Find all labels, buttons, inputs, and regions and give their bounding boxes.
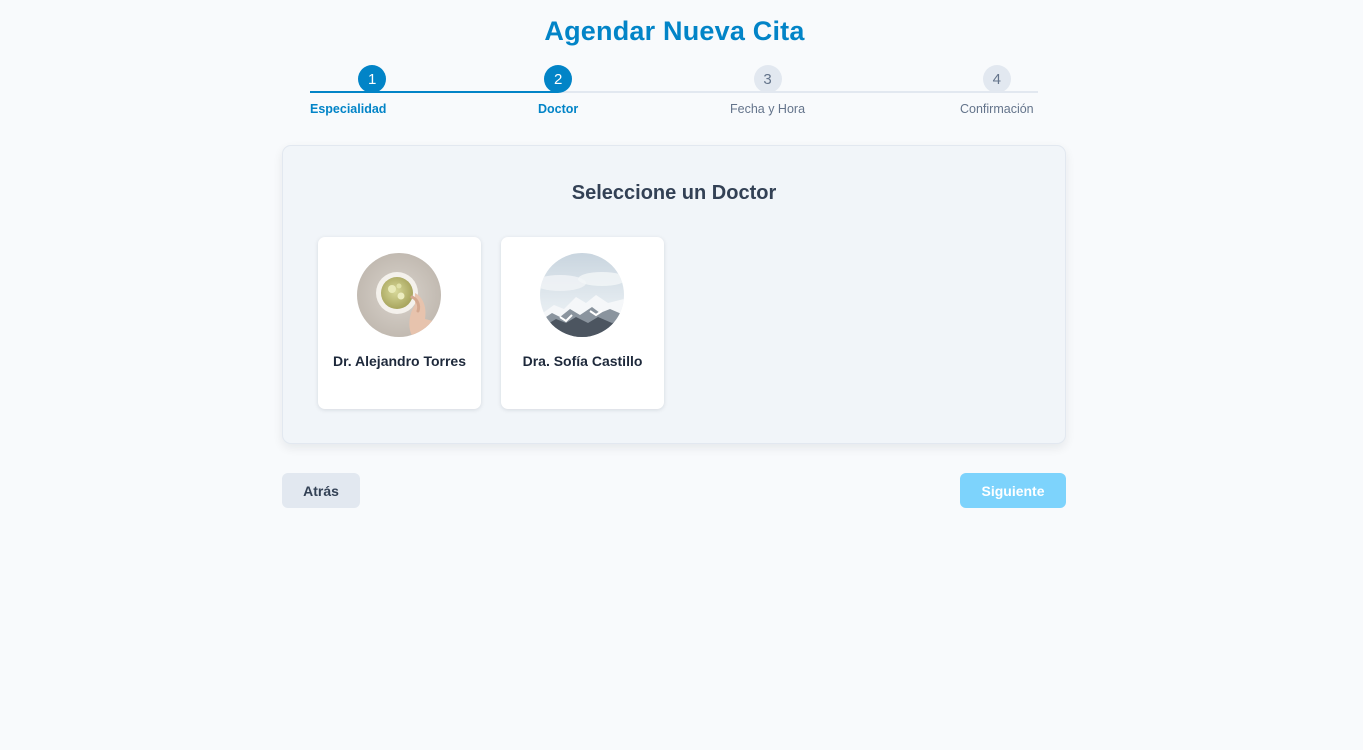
doctor-name: Dra. Sofía Castillo [522,353,643,369]
step-label: Fecha y Hora [730,102,806,116]
step-doctor: 2 Doctor [538,65,578,116]
snowy-mountain-photo-icon [540,253,624,337]
step-number: 2 [544,65,573,93]
page-title: Agendar Nueva Cita [544,16,805,46]
step-label: Especialidad [310,102,387,116]
step-number: 1 [358,65,387,93]
stepper: 1 Especialidad 2 Doctor 3 Fecha y Hora 4… [310,65,1038,120]
doctor-card-sofia-castillo[interactable]: Dra. Sofía Castillo [501,237,664,409]
step-number: 4 [982,65,1011,93]
step-especialidad: 1 Especialidad [310,65,386,116]
back-button[interactable]: Atrás [282,473,360,508]
doctor-name: Dr. Alejandro Torres [332,353,467,369]
doctor-card-alejandro-torres[interactable]: Dr. Alejandro Torres [318,237,481,409]
doctor-selection-panel: Seleccione un Doctor Dr. Alejandro Torre… [282,145,1066,444]
step-number: 3 [753,65,782,93]
step-fecha-hora: 3 Fecha y Hora [730,65,805,116]
step-label: Confirmación [960,102,1034,116]
step-label: Doctor [538,102,579,116]
next-button[interactable]: Siguiente [960,473,1066,508]
step-confirmacion: 4 Confirmación [960,65,1034,116]
tea-cup-photo-icon [357,253,441,337]
section-title: Seleccione un Doctor [571,182,777,204]
